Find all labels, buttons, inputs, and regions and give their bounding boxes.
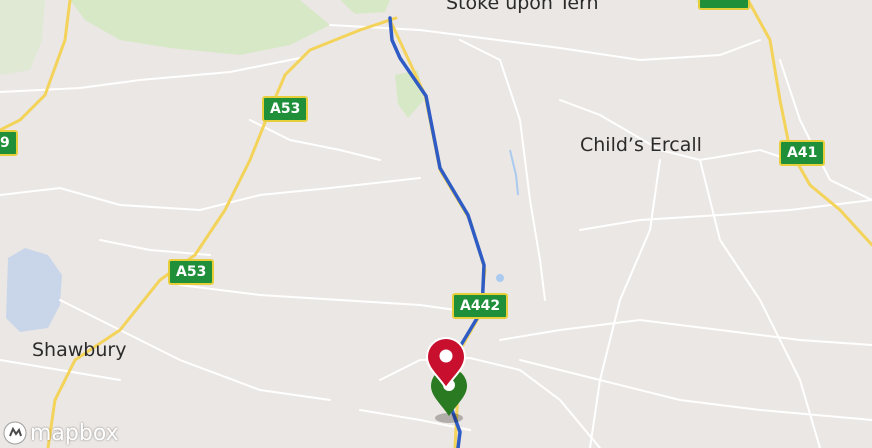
place-label-childs-ercall: Child’s Ercall bbox=[580, 134, 702, 156]
place-label-shawbury: Shawbury bbox=[32, 339, 127, 361]
park-area bbox=[0, 0, 45, 75]
mapbox-logo-icon bbox=[3, 421, 27, 445]
road-shield-a53: A53 bbox=[168, 259, 215, 285]
water-pond bbox=[496, 274, 504, 282]
destination-pin-icon[interactable] bbox=[422, 336, 470, 392]
road-shield-a53: A53 bbox=[262, 96, 309, 122]
road-shield-a442: A442 bbox=[452, 293, 509, 319]
park-area bbox=[70, 0, 330, 55]
park-area bbox=[395, 70, 424, 118]
road-shield-a41: A41 bbox=[779, 140, 826, 166]
mapbox-attribution[interactable]: mapbox bbox=[2, 420, 119, 446]
attribution-text: mapbox bbox=[30, 420, 119, 446]
place-label-stoke-upon-tern: Stoke upon Tern bbox=[446, 0, 599, 14]
road-a53 bbox=[46, 16, 398, 448]
road-shield-partial: 9 bbox=[0, 130, 18, 156]
map-canvas[interactable]: Stoke upon Tern Child’s Ercall Shawbury … bbox=[0, 0, 872, 448]
road-shield-partial bbox=[698, 0, 750, 10]
water-stream bbox=[509, 149, 519, 196]
water-area bbox=[6, 248, 62, 332]
park-area bbox=[340, 0, 390, 14]
